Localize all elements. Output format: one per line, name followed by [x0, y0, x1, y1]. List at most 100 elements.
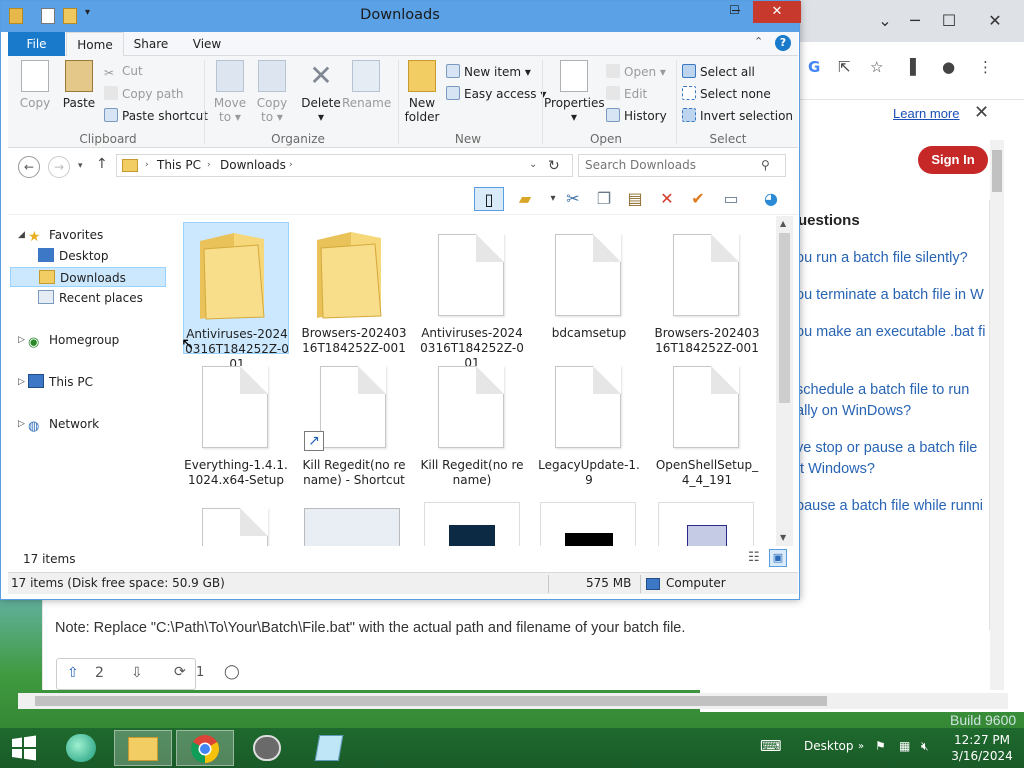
- document-icon[interactable]: [202, 508, 268, 546]
- file-item[interactable]: OpenShellSetup_4_4_191: [654, 354, 760, 487]
- related-question[interactable]: pause a batch file while runni: [796, 496, 983, 517]
- explorer-title-bar[interactable]: ▾ Downloads ─ ✕: [1, 1, 801, 32]
- taskbar-raccoon-app[interactable]: [238, 730, 296, 766]
- taskbar-chrome[interactable]: [176, 730, 234, 766]
- address-bar[interactable]: › This PC › Downloads › ⌄: [116, 154, 573, 177]
- collapse-ribbon-icon[interactable]: ⌃: [754, 35, 763, 48]
- network-tray-icon[interactable]: ▦: [899, 739, 910, 753]
- copy-button[interactable]: Copy: [14, 60, 56, 110]
- minimize-icon[interactable]: ─: [900, 8, 930, 34]
- edit-button[interactable]: Edit: [606, 86, 647, 101]
- taskbar-file-explorer[interactable]: [114, 730, 172, 766]
- delete-x-icon[interactable]: ✕: [654, 187, 680, 211]
- paste-button[interactable]: Paste: [58, 60, 100, 110]
- search-input[interactable]: [585, 158, 755, 172]
- scroll-up-icon[interactable]: ▲: [780, 219, 786, 228]
- move-to-button[interactable]: Move to ▾: [210, 60, 250, 124]
- refresh-icon[interactable]: ↻: [548, 158, 560, 174]
- maximize-icon[interactable]: ☐: [934, 8, 964, 34]
- rename-icon[interactable]: ▭: [718, 187, 744, 211]
- clock[interactable]: 12:27 PM 3/16/2024: [944, 732, 1020, 764]
- browser-scroll-thumb[interactable]: [992, 150, 1002, 192]
- start-button[interactable]: [0, 730, 48, 766]
- close-icon[interactable]: ✕: [753, 1, 801, 23]
- details-view-icon[interactable]: ☷: [748, 550, 760, 565]
- search-box[interactable]: ⚲: [578, 154, 786, 177]
- preview-pane-icon[interactable]: ▯: [474, 187, 504, 211]
- nav-network[interactable]: ◍ Network: [28, 414, 99, 434]
- search-icon[interactable]: ⚲: [761, 158, 770, 172]
- tab-view[interactable]: View: [184, 32, 230, 56]
- file-item-shortcut[interactable]: Kill Regedit(no rename) - Shortcut: [301, 354, 407, 487]
- back-arrow-icon[interactable]: ←: [18, 156, 40, 178]
- new-folder-button[interactable]: New folder: [402, 60, 442, 124]
- downvote-icon[interactable]: ⇩: [131, 665, 143, 681]
- help-icon[interactable]: ?: [775, 35, 791, 51]
- comment-icon[interactable]: ◯: [224, 664, 240, 680]
- checkmark-icon[interactable]: ✔: [685, 187, 711, 211]
- related-question[interactable]: ve stop or pause a batch file: [796, 438, 977, 459]
- related-question[interactable]: ou terminate a batch file in W: [796, 285, 984, 306]
- tab-share[interactable]: Share: [128, 32, 174, 56]
- file-item[interactable]: Antiviruses-20240316T184252Z-001: [419, 222, 525, 370]
- copy-path-button[interactable]: Copy path: [104, 86, 184, 101]
- file-item[interactable]: bdcamsetup: [536, 222, 642, 354]
- breadcrumb-downloads[interactable]: Downloads: [220, 158, 286, 172]
- easy-access-button[interactable]: Easy access ▾: [446, 86, 546, 101]
- taskbar-app-bird[interactable]: [52, 730, 110, 766]
- select-all-button[interactable]: Select all: [682, 64, 755, 79]
- related-question[interactable]: ou run a batch file silently?: [796, 248, 968, 269]
- recent-chevron-icon[interactable]: ▾: [78, 161, 83, 171]
- volume-muted-icon[interactable]: 🔇︎: [921, 739, 929, 754]
- menu-icon[interactable]: ⋮: [978, 58, 993, 76]
- chevron-down-icon[interactable]: ⌄: [870, 8, 900, 34]
- tab-file[interactable]: File: [8, 32, 65, 56]
- nav-recent-places[interactable]: Recent places: [38, 288, 143, 308]
- breadcrumb-this-pc[interactable]: This PC: [157, 158, 201, 172]
- sign-in-button[interactable]: Sign In: [918, 146, 988, 174]
- collapsed-triangle-icon[interactable]: ▷: [18, 377, 25, 387]
- maximize-icon[interactable]: ☐: [729, 3, 740, 17]
- file-item-folder[interactable]: Antiviruses-20240316T184252Z-001: [183, 222, 289, 371]
- nav-downloads[interactable]: Downloads: [10, 267, 166, 287]
- file-list-scroll-thumb[interactable]: [779, 233, 790, 403]
- related-question[interactable]: ally on WinDows?: [796, 401, 911, 422]
- profile-icon[interactable]: ●: [942, 58, 955, 76]
- gear-thumbnail-icon[interactable]: [304, 508, 400, 546]
- file-item[interactable]: Everything-1.4.1.1024.x64-Setup: [183, 354, 289, 487]
- paste-shortcut-button[interactable]: Paste shortcut: [104, 108, 208, 123]
- cut-button[interactable]: ✂ Cut: [104, 64, 143, 80]
- globe-icon[interactable]: ◕: [758, 187, 784, 211]
- horizontal-scroll-thumb[interactable]: [35, 696, 827, 706]
- nav-favorites[interactable]: ★ Favorites: [28, 225, 103, 245]
- history-button[interactable]: History: [606, 108, 667, 123]
- scissors-icon[interactable]: ✂: [560, 187, 586, 211]
- properties-button[interactable]: Properties ▾: [544, 60, 605, 124]
- rename-button[interactable]: Rename: [342, 60, 391, 110]
- open-button[interactable]: Open ▾: [606, 64, 666, 79]
- file-item[interactable]: LegacyUpdate-1.9: [536, 354, 642, 487]
- address-dropdown-icon[interactable]: ⌄: [529, 159, 537, 170]
- related-question[interactable]: schedule a batch file to run: [796, 380, 969, 401]
- up-arrow-icon[interactable]: ↑: [96, 156, 108, 172]
- sidepanel-icon[interactable]: ▌: [910, 58, 922, 76]
- breadcrumb-chevron-icon[interactable]: ›: [207, 160, 211, 170]
- select-none-button[interactable]: Select none: [682, 86, 771, 101]
- collapsed-triangle-icon[interactable]: ▷: [18, 419, 25, 429]
- flag-icon[interactable]: ⚑: [875, 739, 886, 753]
- scroll-down-icon[interactable]: ▼: [780, 533, 786, 542]
- related-question[interactable]: ou make an executable .bat fi: [796, 322, 985, 343]
- folder-options-icon[interactable]: ▰: [512, 187, 538, 211]
- tray-chevron-icon[interactable]: »: [858, 741, 864, 752]
- keyboard-icon[interactable]: ⌨: [760, 737, 782, 755]
- tab-home[interactable]: Home: [66, 32, 124, 57]
- nav-desktop[interactable]: Desktop: [38, 246, 109, 266]
- share-icon[interactable]: ⇱: [838, 58, 851, 76]
- breadcrumb-chevron-icon[interactable]: ›: [145, 160, 149, 170]
- browser-scrollbar[interactable]: [990, 140, 1004, 690]
- close-icon[interactable]: ✕: [974, 102, 989, 123]
- learn-more-link[interactable]: Learn more: [893, 106, 959, 121]
- close-icon[interactable]: ✕: [980, 8, 1010, 34]
- paste-icon[interactable]: ▤: [622, 187, 648, 211]
- start-thumbnail[interactable]: [540, 502, 636, 546]
